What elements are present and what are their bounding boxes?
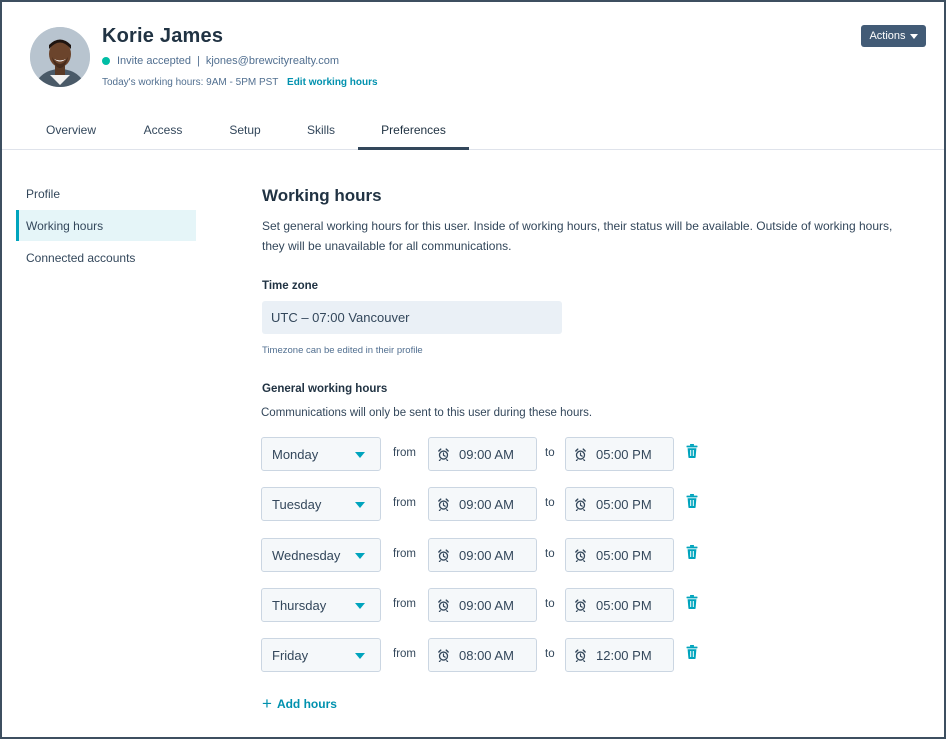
alarm-clock-icon: [574, 497, 587, 511]
end-time-value: 05:00 PM: [596, 496, 652, 512]
trash-icon[interactable]: [686, 595, 698, 609]
day-select-value: Thursday: [272, 597, 327, 613]
add-hours-label: Add hours: [276, 697, 337, 711]
status-dot-icon: [102, 57, 110, 65]
timezone-help-text: Timezone can be edited in their profile: [262, 345, 423, 356]
end-time-field-thursday[interactable]: 05:00 PM: [565, 588, 674, 622]
tab-skills[interactable]: Skills: [284, 114, 358, 150]
end-time-value: 05:00 PM: [596, 597, 652, 613]
from-label: from: [393, 598, 416, 610]
end-time-value: 05:00 PM: [596, 446, 652, 462]
trash-icon[interactable]: [686, 494, 698, 508]
caret-down-icon: [909, 33, 918, 39]
app-frame: Korie James Invite accepted | kjones@bre…: [0, 0, 946, 739]
triangle-down-icon: [355, 603, 365, 609]
tab-setup[interactable]: Setup: [206, 114, 284, 150]
day-select-thursday[interactable]: Thursday: [261, 588, 381, 622]
start-time-field-thursday[interactable]: 09:00 AM: [428, 588, 537, 622]
end-time-value: 12:00 PM: [596, 647, 652, 663]
start-time-field-wednesday[interactable]: 09:00 AM: [428, 538, 537, 572]
alarm-clock-icon: [574, 598, 587, 612]
to-label: to: [545, 548, 555, 560]
alarm-clock-icon: [437, 598, 450, 612]
day-select-friday[interactable]: Friday: [261, 638, 381, 672]
triangle-down-icon: [355, 502, 365, 508]
end-time-field-wednesday[interactable]: 05:00 PM: [565, 538, 674, 572]
start-time-field-friday[interactable]: 08:00 AM: [428, 638, 537, 672]
day-select-monday[interactable]: Monday: [261, 437, 381, 471]
triangle-down-icon: [355, 653, 365, 659]
edit-working-hours-link[interactable]: Edit working hours: [287, 77, 378, 88]
general-hours-label: General working hours: [262, 383, 388, 395]
tab-access[interactable]: Access: [120, 114, 206, 150]
from-label: from: [393, 497, 416, 509]
from-label: from: [393, 548, 416, 560]
alarm-clock-icon: [437, 548, 450, 562]
page-title: Working hours: [262, 186, 382, 205]
start-time-value: 09:00 AM: [459, 597, 514, 613]
sidebar-item-working-hours[interactable]: Working hours: [16, 210, 196, 241]
day-select-wednesday[interactable]: Wednesday: [261, 538, 381, 572]
day-select-tuesday[interactable]: Tuesday: [261, 487, 381, 521]
start-time-field-monday[interactable]: 09:00 AM: [428, 437, 537, 471]
day-select-value: Friday: [272, 647, 309, 663]
start-time-field-tuesday[interactable]: 09:00 AM: [428, 487, 537, 521]
user-name: Korie James: [102, 25, 224, 47]
from-label: from: [393, 648, 416, 660]
start-time-value: 09:00 AM: [459, 446, 514, 462]
alarm-clock-icon: [437, 447, 450, 461]
status-separator: |: [197, 55, 200, 67]
alarm-clock-icon: [437, 648, 450, 662]
alarm-clock-icon: [437, 497, 450, 511]
alarm-clock-icon: [574, 548, 587, 562]
status-text: Invite accepted: [117, 55, 191, 67]
page-description: Set general working hours for this user.…: [262, 219, 893, 253]
todays-hours-row: Today's working hours: 9AM - 5PM PST Edi…: [102, 77, 378, 88]
day-select-value: Tuesday: [272, 496, 322, 512]
end-time-value: 05:00 PM: [596, 547, 652, 563]
start-time-value: 09:00 AM: [459, 496, 514, 512]
trash-icon[interactable]: [686, 444, 698, 458]
start-time-value: 09:00 AM: [459, 547, 514, 563]
timezone-field: UTC – 07:00 Vancouver: [262, 301, 562, 334]
general-hours-subtext: Communications will only be sent to this…: [261, 407, 593, 419]
timezone-label: Time zone: [262, 280, 319, 292]
avatar: [30, 27, 90, 87]
user-status-row: Invite accepted | kjones@brewcityrealty.…: [102, 55, 339, 67]
plus-icon: +: [262, 694, 272, 713]
actions-label: Actions: [869, 30, 906, 42]
end-time-field-friday[interactable]: 12:00 PM: [565, 638, 674, 672]
user-photo-icon: [30, 27, 90, 87]
from-label: from: [393, 447, 416, 459]
triangle-down-icon: [355, 452, 365, 458]
end-time-field-tuesday[interactable]: 05:00 PM: [565, 487, 674, 521]
todays-hours-text: Today's working hours: 9AM - 5PM PST: [102, 77, 279, 88]
to-label: to: [545, 447, 555, 459]
sidebar-item-profile[interactable]: Profile: [16, 178, 196, 209]
add-hours-button[interactable]: + Add hours: [262, 694, 337, 713]
trash-icon[interactable]: [686, 545, 698, 559]
start-time-value: 08:00 AM: [459, 647, 514, 663]
to-label: to: [545, 648, 555, 660]
user-email: kjones@brewcityrealty.com: [205, 55, 340, 67]
day-select-value: Monday: [272, 446, 319, 462]
end-time-field-monday[interactable]: 05:00 PM: [565, 437, 674, 471]
tab-preferences[interactable]: Preferences: [358, 114, 469, 150]
tab-bar: Overview Access Setup Skills Preferences: [2, 114, 944, 150]
alarm-clock-icon: [574, 447, 587, 461]
day-select-value: Wednesday: [272, 547, 341, 563]
to-label: to: [545, 598, 555, 610]
tab-overview[interactable]: Overview: [26, 114, 116, 150]
trash-icon[interactable]: [686, 645, 698, 659]
sidebar-item-connected-accounts[interactable]: Connected accounts: [16, 242, 196, 273]
triangle-down-icon: [355, 553, 365, 559]
to-label: to: [545, 497, 555, 509]
actions-button[interactable]: Actions: [861, 25, 926, 47]
alarm-clock-icon: [574, 648, 587, 662]
